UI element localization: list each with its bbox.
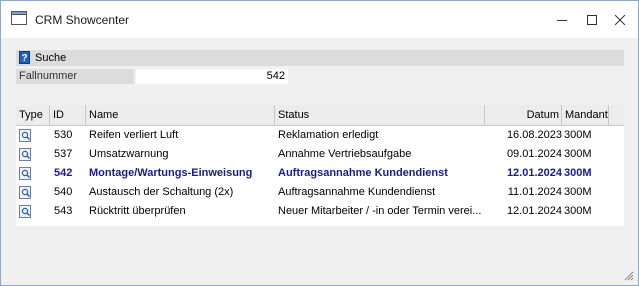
- row-mandant: 300M: [564, 148, 592, 160]
- document-magnifier-icon: [19, 129, 31, 142]
- row-name: Rücktritt überprüfen: [89, 205, 186, 217]
- close-icon: [615, 15, 625, 25]
- row-status: Reklamation erledigt: [278, 129, 379, 141]
- row-name: Montage/Wartungs-Einweisung: [89, 167, 253, 179]
- row-id: 543: [54, 205, 73, 217]
- fallnummer-input[interactable]: [136, 69, 288, 84]
- window-title: CRM Showcenter: [35, 13, 130, 27]
- document-magnifier-icon: [19, 205, 31, 218]
- row-datum: 12.01.2024: [506, 167, 562, 179]
- row-mandant: 300M: [564, 186, 592, 198]
- minimize-button[interactable]: [551, 9, 573, 31]
- row-status: Annahme Vertriebsaufgabe: [278, 148, 412, 160]
- table-row[interactable]: 540 Austausch der Schaltung (2x) Auftrag…: [16, 183, 624, 202]
- row-datum: 16.08.2023: [506, 129, 562, 141]
- client-area: ? Suche Fallnummer Type ID Name Status D…: [1, 38, 638, 285]
- row-name: Reifen verliert Luft: [89, 129, 179, 141]
- results-table: Type ID Name Status Datum Mandant 530 Re…: [16, 105, 624, 226]
- table-row[interactable]: 537 Umsatzwarnung Annahme Vertriebsaufga…: [16, 145, 624, 164]
- search-label: Suche: [35, 52, 67, 64]
- document-magnifier-icon: [19, 148, 31, 161]
- document-magnifier-icon: [19, 186, 31, 199]
- row-name: Austausch der Schaltung (2x): [89, 186, 234, 198]
- maximize-icon: [587, 15, 597, 25]
- row-mandant: 300M: [564, 129, 592, 141]
- column-header-mandant[interactable]: Mandant: [562, 105, 609, 125]
- close-button[interactable]: [609, 9, 631, 31]
- help-icon[interactable]: ?: [19, 51, 30, 64]
- fallnummer-label-cell: Fallnummer: [16, 69, 134, 84]
- row-mandant: 300M: [564, 205, 592, 217]
- column-header-name[interactable]: Name: [86, 105, 275, 125]
- table-row[interactable]: 543 Rücktritt überprüfen Neuer Mitarbeit…: [16, 202, 624, 221]
- row-datum: 11.01.2024: [507, 186, 562, 198]
- column-header-datum[interactable]: Datum: [485, 105, 562, 125]
- table-row-selected[interactable]: 542 Montage/Wartungs-Einweisung Auftrags…: [16, 164, 624, 183]
- minimize-icon: [557, 20, 567, 21]
- table-header: Type ID Name Status Datum Mandant: [16, 105, 624, 126]
- search-section-header[interactable]: ? Suche: [16, 50, 624, 66]
- row-id: 540: [54, 186, 73, 198]
- crm-window: CRM Showcenter ? Suche Fallnummer Type I…: [0, 0, 639, 286]
- table-row[interactable]: 530 Reifen verliert Luft Reklamation erl…: [16, 126, 624, 145]
- row-name: Umsatzwarnung: [89, 148, 169, 160]
- column-header-id[interactable]: ID: [50, 105, 86, 125]
- row-datum: 12.01.2024: [506, 205, 562, 217]
- row-status: Auftragsannahme Kundendienst: [278, 186, 436, 198]
- row-status: Auftragsannahme Kundendienst: [278, 167, 448, 179]
- column-header-status[interactable]: Status: [275, 105, 485, 125]
- row-mandant: 300M: [564, 167, 592, 179]
- row-status: Neuer Mitarbeiter / -in oder Termin vere…: [278, 205, 482, 217]
- row-datum: 09.01.2024: [506, 148, 562, 160]
- maximize-button[interactable]: [581, 9, 603, 31]
- row-id: 530: [54, 129, 73, 141]
- column-header-type[interactable]: Type: [16, 105, 50, 125]
- row-id: 542: [54, 167, 73, 179]
- resize-grip-icon[interactable]: [624, 271, 634, 281]
- crm-window-icon: [11, 11, 27, 25]
- document-magnifier-icon: [19, 167, 31, 180]
- title-bar[interactable]: CRM Showcenter: [1, 1, 638, 38]
- fallnummer-label: Fallnummer: [19, 70, 78, 82]
- row-id: 537: [54, 148, 73, 160]
